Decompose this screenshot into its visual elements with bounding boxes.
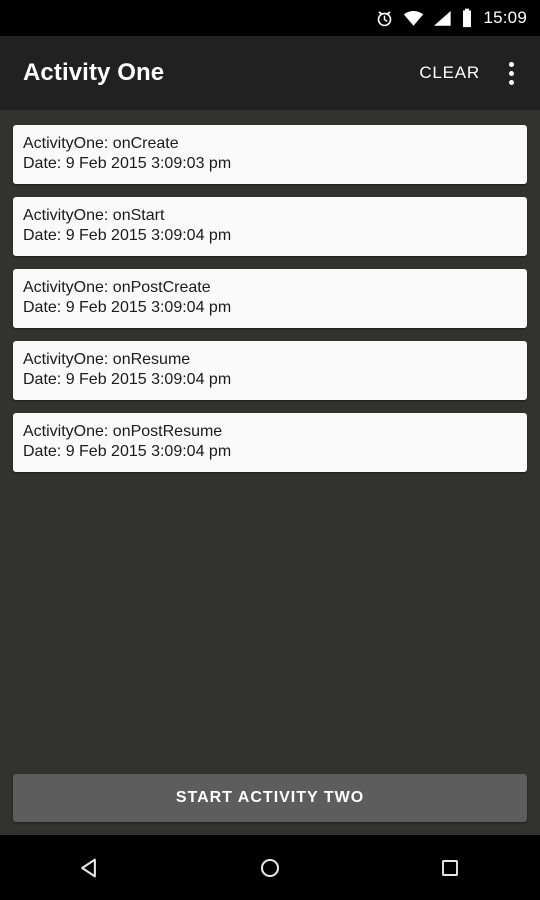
navigation-bar bbox=[0, 835, 540, 900]
start-activity-two-button[interactable]: START ACTIVITY TWO bbox=[13, 774, 527, 822]
log-date-text: Date: 9 Feb 2015 3:09:04 pm bbox=[23, 299, 232, 316]
log-card[interactable]: ActivityOne: onCreate Date: 9 Feb 2015 3:… bbox=[13, 125, 527, 184]
log-date-text: Date: 9 Feb 2015 3:09:04 pm bbox=[23, 227, 232, 244]
log-card[interactable]: ActivityOne: onStart Date: 9 Feb 2015 3:0… bbox=[13, 197, 527, 256]
cell-signal-icon bbox=[433, 10, 452, 27]
status-bar-clock: 15:09 bbox=[483, 8, 527, 27]
log-event-text: ActivityOne: onPostCreate bbox=[23, 279, 211, 296]
log-date-text: Date: 9 Feb 2015 3:09:03 pm bbox=[23, 155, 232, 172]
content-area: ActivityOne: onCreate Date: 9 Feb 2015 3:… bbox=[0, 110, 540, 835]
battery-icon bbox=[461, 8, 473, 28]
wifi-icon bbox=[403, 10, 424, 27]
lifecycle-log-list[interactable]: ActivityOne: onCreate Date: 9 Feb 2015 3:… bbox=[13, 110, 527, 472]
home-icon[interactable] bbox=[180, 835, 360, 900]
app-bar: Activity One CLEAR bbox=[0, 36, 540, 110]
log-event-text: ActivityOne: onStart bbox=[23, 207, 165, 224]
log-card[interactable]: ActivityOne: onResume Date: 9 Feb 2015 3:… bbox=[13, 341, 527, 400]
log-event-text: ActivityOne: onResume bbox=[23, 351, 191, 368]
log-event-text: ActivityOne: onCreate bbox=[23, 135, 179, 152]
log-event-text: ActivityOne: onPostResume bbox=[23, 423, 223, 440]
page-title: Activity One bbox=[23, 59, 165, 86]
overflow-dot bbox=[508, 61, 514, 67]
alarm-icon bbox=[375, 9, 394, 28]
overflow-dot bbox=[508, 79, 514, 85]
status-icon-group bbox=[375, 8, 473, 28]
recents-icon[interactable] bbox=[360, 835, 540, 900]
overflow-menu-icon[interactable] bbox=[494, 52, 528, 94]
log-card[interactable]: ActivityOne: onPostResume Date: 9 Feb 201… bbox=[13, 413, 527, 472]
status-bar: 15:09 bbox=[0, 0, 540, 36]
log-date-text: Date: 9 Feb 2015 3:09:04 pm bbox=[23, 371, 232, 388]
clear-button[interactable]: CLEAR bbox=[409, 55, 490, 91]
overflow-dot bbox=[508, 70, 514, 76]
log-date-text: Date: 9 Feb 2015 3:09:04 pm bbox=[23, 443, 232, 460]
log-card[interactable]: ActivityOne: onPostCreate Date: 9 Feb 201… bbox=[13, 269, 527, 328]
back-icon[interactable] bbox=[0, 835, 180, 900]
android-screen: 15:09 Activity One CLEAR ActivityOne: on… bbox=[0, 0, 540, 900]
